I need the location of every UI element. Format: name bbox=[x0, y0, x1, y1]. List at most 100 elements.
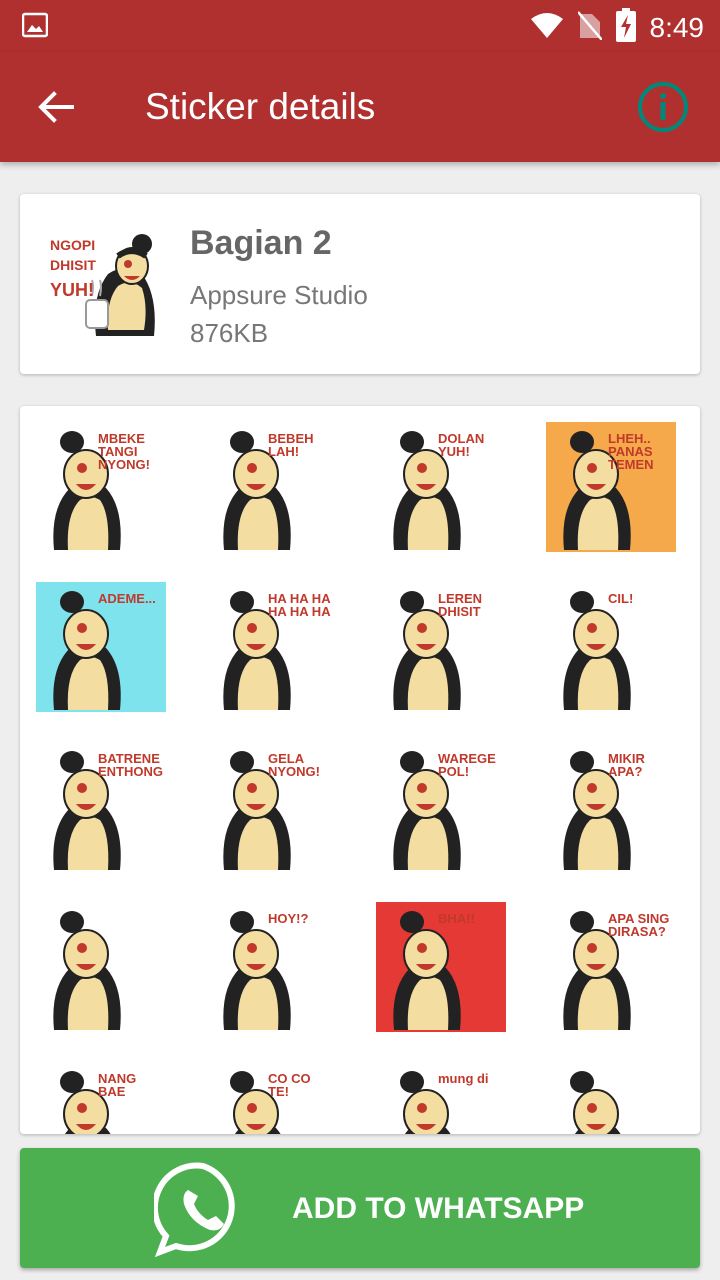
character-eye bbox=[77, 1103, 87, 1113]
info-button[interactable] bbox=[636, 80, 690, 134]
page-title: Sticker details bbox=[145, 86, 376, 127]
sticker-item[interactable]: NANG BAE bbox=[36, 1062, 166, 1134]
character-eye bbox=[247, 783, 257, 793]
sticker-caption: LEREN DHISIT bbox=[438, 591, 483, 619]
character-hair bbox=[570, 1071, 594, 1093]
character-eye bbox=[417, 463, 427, 473]
arrow-left-icon bbox=[38, 91, 74, 123]
character-eye bbox=[587, 463, 597, 473]
sticker-caption: APA SING DIRASA? bbox=[608, 911, 670, 939]
sticker-item[interactable]: GELA NYONG! bbox=[206, 742, 336, 872]
character-hair bbox=[60, 431, 84, 453]
sticker-item[interactable]: MBEKE TANGI NYONG! bbox=[36, 422, 166, 552]
pack-size: 876KB bbox=[190, 318, 269, 348]
character-hair bbox=[570, 431, 594, 453]
image-notification-icon bbox=[21, 12, 49, 43]
character-eye bbox=[417, 1103, 427, 1113]
character-eye bbox=[247, 463, 257, 473]
sticker-caption: HOY!? bbox=[268, 911, 309, 926]
sticker-caption: mung di bbox=[438, 1071, 489, 1086]
character-eye bbox=[77, 783, 87, 793]
sticker-item[interactable] bbox=[36, 902, 166, 1032]
character-hair bbox=[400, 751, 424, 773]
sticker-item[interactable]: BEBEH LAH! bbox=[206, 422, 336, 552]
svg-text:YUH!: YUH! bbox=[50, 280, 94, 300]
pack-publisher: Appsure Studio bbox=[190, 280, 368, 310]
character-eye bbox=[247, 1103, 257, 1113]
sticker-caption: CIL! bbox=[608, 591, 634, 606]
character-hair bbox=[570, 751, 594, 773]
character-hair bbox=[60, 1071, 84, 1093]
status-bar: 8:49 bbox=[0, 0, 720, 52]
character-hair bbox=[400, 1071, 424, 1093]
character-hair bbox=[570, 591, 594, 613]
info-icon bbox=[638, 82, 688, 132]
svg-text:DHISIT: DHISIT bbox=[50, 257, 96, 273]
sticker-item[interactable]: WAREGE POL! bbox=[376, 742, 506, 872]
character-eye bbox=[77, 463, 87, 473]
character-eye bbox=[77, 943, 87, 953]
clock: 8:49 bbox=[649, 11, 705, 43]
character-eye bbox=[587, 623, 597, 633]
sticker-caption: BATRENE ENTHONG bbox=[98, 751, 163, 779]
character-eye bbox=[587, 943, 597, 953]
sticker-item[interactable]: BATRENE ENTHONG bbox=[36, 742, 166, 872]
character-hair bbox=[230, 591, 254, 613]
sticker-item[interactable]: CIL! bbox=[546, 582, 676, 712]
sticker-item[interactable]: LHEH.. PANAS TEMEN bbox=[546, 422, 676, 552]
sticker-caption: ADEME... bbox=[98, 591, 156, 606]
character-head bbox=[573, 609, 619, 659]
character-head bbox=[403, 929, 449, 979]
pack-name: Bagian 2 bbox=[190, 224, 332, 262]
svg-text:NGOPI: NGOPI bbox=[50, 237, 95, 253]
sticker-caption: BHA!! bbox=[438, 911, 475, 926]
character-eye bbox=[417, 783, 427, 793]
sticker-caption: HA HA HA HA HA HA bbox=[268, 591, 331, 619]
sticker-caption: MBEKE TANGI NYONG! bbox=[98, 431, 150, 472]
sticker-caption: NANG BAE bbox=[98, 1071, 137, 1099]
sticker-item[interactable]: MIKIR APA? bbox=[546, 742, 676, 872]
character-hair bbox=[230, 431, 254, 453]
sticker-caption: DOLAN YUH! bbox=[438, 431, 485, 459]
sticker-item[interactable]: CO CO TE! bbox=[206, 1062, 336, 1134]
sticker-item[interactable]: HOY!? bbox=[206, 902, 336, 1032]
character-hair bbox=[60, 751, 84, 773]
character-hair bbox=[400, 911, 424, 933]
sticker-item[interactable] bbox=[546, 1062, 676, 1134]
sticker-grid: MBEKE TANGI NYONG! BEBEH LAH! DOLAN YUH! LH… bbox=[20, 406, 700, 1134]
character-hair bbox=[400, 431, 424, 453]
character-eye bbox=[247, 623, 257, 633]
sticker-item[interactable]: HA HA HA HA HA HA bbox=[206, 582, 336, 712]
sticker-item[interactable]: mung di bbox=[376, 1062, 506, 1134]
character-head bbox=[63, 609, 109, 659]
whatsapp-icon bbox=[151, 1160, 252, 1258]
sticker-caption: BEBEH LAH! bbox=[268, 431, 314, 459]
add-to-whatsapp-button[interactable]: ADD TO WHATSAPP bbox=[20, 1148, 700, 1268]
character-eye bbox=[247, 943, 257, 953]
sticker-item[interactable]: ADEME... bbox=[36, 582, 166, 712]
add-to-whatsapp-label: ADD TO WHATSAPP bbox=[292, 1192, 585, 1225]
character-eye bbox=[587, 783, 597, 793]
character-hair bbox=[570, 911, 594, 933]
sticker-caption: WAREGE POL! bbox=[438, 751, 496, 779]
character-head bbox=[233, 929, 279, 979]
character-hair bbox=[230, 751, 254, 773]
sticker-item[interactable]: DOLAN YUH! bbox=[376, 422, 506, 552]
app-bar: Sticker details bbox=[0, 52, 720, 162]
battery-charging-icon bbox=[615, 8, 636, 47]
character-hair bbox=[230, 911, 254, 933]
sticker-item[interactable]: APA SING DIRASA? bbox=[546, 902, 676, 1032]
tray-icon: NGOPI DHISIT YUH! bbox=[46, 226, 166, 344]
character-eye bbox=[417, 943, 427, 953]
sticker-item[interactable]: LEREN DHISIT bbox=[376, 582, 506, 712]
back-button[interactable] bbox=[30, 82, 80, 132]
character-hair bbox=[60, 591, 84, 613]
sticker-item[interactable]: BHA!! bbox=[376, 902, 506, 1032]
sticker-caption: LHEH.. PANAS TEMEN bbox=[608, 431, 654, 472]
character-hair bbox=[400, 591, 424, 613]
no-sim-icon bbox=[576, 10, 603, 45]
character-eye bbox=[77, 623, 87, 633]
character-eye bbox=[587, 1103, 597, 1113]
sticker-pack-card: NGOPI DHISIT YUH! Bagian 2 Appsure Studi… bbox=[20, 194, 700, 374]
character-hair bbox=[60, 911, 84, 933]
